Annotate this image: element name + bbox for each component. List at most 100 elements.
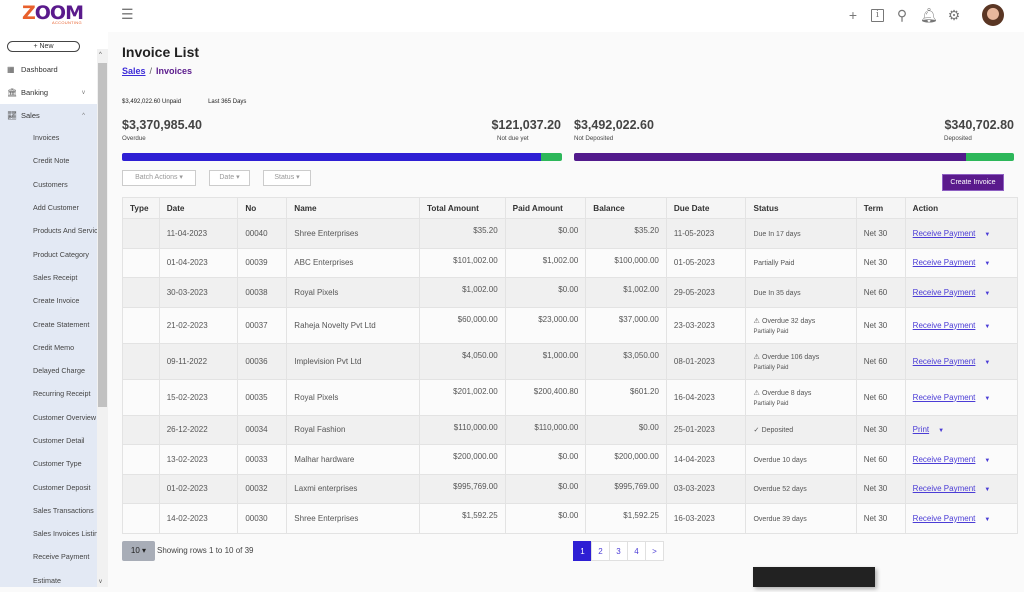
invoice-no-cell: 00040	[237, 218, 288, 249]
status-filter-dropdown[interactable]: Status ▾	[263, 170, 311, 186]
receive-payment-link[interactable]: Receive Payment	[913, 393, 976, 402]
sidebar-subitem-customers[interactable]: Customers	[0, 173, 97, 196]
scroll-up-icon[interactable]: ^	[99, 52, 102, 58]
caret-down-icon[interactable]: ▼	[984, 261, 990, 267]
sidebar-subitem-sales-invoices-listing[interactable]: Sales Invoices Listing	[0, 522, 97, 545]
column-header-status[interactable]: Status	[745, 197, 857, 219]
scroll-down-icon[interactable]: v	[99, 579, 102, 585]
caret-down-icon[interactable]: ▼	[984, 324, 990, 330]
sidebar-item-dashboard[interactable]: ▦ Dashboard	[0, 58, 97, 81]
table-row[interactable]: 01-02-2023 00032 Laxmi enterprises $995,769…	[122, 473, 1019, 504]
avatar[interactable]	[982, 4, 1004, 26]
sidebar-subitem-invoices[interactable]: Invoices	[0, 126, 97, 149]
table-row[interactable]: 11-04-2023 00040 Shree Enterprises $35.20 $0…	[122, 218, 1019, 249]
receive-payment-link[interactable]: Receive Payment	[913, 321, 976, 330]
sidebar-subitem-create-invoice[interactable]: Create Invoice	[0, 289, 97, 312]
sidebar-subitem-product-category[interactable]: Product Category	[0, 242, 97, 265]
sidebar-subitem-recurring-receipt[interactable]: Recurring Receipt	[0, 382, 97, 405]
column-header-term[interactable]: Term	[855, 197, 906, 219]
date-filter-dropdown[interactable]: Date ▾	[209, 170, 250, 186]
breadcrumb-sales-link[interactable]: Sales	[122, 66, 146, 76]
sidebar-subitem-sales-receipt[interactable]: Sales Receipt	[0, 266, 97, 289]
sidebar-subitem-credit-memo[interactable]: Credit Memo	[0, 336, 97, 359]
sidebar-subitem-credit-note[interactable]: Credit Note	[0, 149, 97, 172]
sidebar-subitem-estimate[interactable]: Estimate	[0, 569, 97, 592]
create-invoice-button[interactable]: Create Invoice	[942, 174, 1004, 191]
term-cell: Net 30	[855, 473, 906, 504]
overlay-bar	[753, 567, 875, 587]
caret-down-icon[interactable]: ▼	[938, 428, 944, 434]
sidebar-subitem-add-customer[interactable]: Add Customer	[0, 196, 97, 219]
breadcrumb-current: Invoices	[156, 66, 193, 76]
caret-down-icon[interactable]: ▼	[984, 458, 990, 464]
sidebar-subitem-customer-overview[interactable]: Customer Overview	[0, 406, 97, 429]
not-due-segment	[541, 153, 562, 161]
sidebar-subitem-customer-detail[interactable]: Customer Detail	[0, 429, 97, 452]
table-row[interactable]: 13-02-2023 00033 Malhar hardware $200,000.0…	[122, 444, 1019, 475]
sidebar-subitem-customer-deposit[interactable]: Customer Deposit	[0, 475, 97, 498]
page-size-dropdown[interactable]: 10 ▾	[122, 541, 155, 561]
plus-icon[interactable]: +	[845, 7, 861, 23]
receive-payment-link[interactable]: Receive Payment	[913, 357, 976, 366]
next-page-button[interactable]: >	[645, 541, 664, 561]
table-row[interactable]: 26-12-2022 00034 Royal Fashion $110,000.00 $…	[122, 414, 1019, 445]
caret-down-icon[interactable]: ▼	[984, 517, 990, 523]
sidebar-item-sales[interactable]: 📈︎ Sales ^	[0, 104, 97, 127]
customer-name-cell: Royal Pixels	[286, 378, 420, 416]
receive-payment-link[interactable]: Receive Payment	[913, 455, 976, 464]
column-header-total-amount[interactable]: Total Amount	[418, 197, 506, 219]
receive-payment-link[interactable]: Receive Payment	[913, 288, 976, 297]
table-row[interactable]: 15-02-2023 00035 Royal Pixels $201,002.00 $2…	[122, 378, 1019, 416]
column-header-name[interactable]: Name	[286, 197, 420, 219]
gear-icon[interactable]: ⚙	[946, 7, 962, 24]
sidebar-item-banking[interactable]: 🏛︎ Banking v	[0, 81, 97, 104]
table-row[interactable]: 30-03-2023 00038 Royal Pixels $1,002.00 $0.0…	[122, 277, 1019, 308]
page-button-3[interactable]: 3	[609, 541, 628, 561]
action-cell: Receive Payment ▼	[904, 247, 1019, 278]
receive-payment-link[interactable]: Receive Payment	[913, 229, 976, 238]
new-button[interactable]: + New	[7, 41, 80, 52]
sidebar-subitem-sales-transactions[interactable]: Sales Transactions	[0, 499, 97, 522]
receive-payment-link[interactable]: Receive Payment	[913, 484, 976, 493]
column-header-balance[interactable]: Balance	[585, 197, 667, 219]
status-text: Overdue 39 days	[753, 515, 807, 523]
column-header-type[interactable]: Type	[122, 197, 160, 219]
receive-payment-link[interactable]: Receive Payment	[913, 258, 976, 267]
caret-down-icon[interactable]: ▼	[984, 291, 990, 297]
print-link[interactable]: Print	[913, 425, 929, 434]
column-header-action[interactable]: Action	[904, 197, 1019, 219]
term-cell: Net 60	[855, 378, 906, 416]
sidebar-subitem-delayed-charge[interactable]: Delayed Charge	[0, 359, 97, 382]
table-row[interactable]: 21-02-2023 00037 Raheja Novelty Pvt Ltd $60…	[122, 306, 1019, 344]
column-header-paid-amount[interactable]: Paid Amount	[504, 197, 587, 219]
page-button-4[interactable]: 4	[627, 541, 646, 561]
sidebar-subitem-products-and-services[interactable]: Products And Services	[0, 219, 97, 242]
bell-icon[interactable]: 🔔︎	[920, 7, 938, 24]
table-row[interactable]: 09-11-2022 00036 Implevision Pvt Ltd $4,050…	[122, 342, 1019, 380]
sidebar-scrollbar[interactable]: ^ v	[97, 49, 108, 587]
page-button-1[interactable]: 1	[573, 541, 592, 561]
caret-down-icon[interactable]: ▼	[984, 396, 990, 402]
sidebar-subitem-receive-payment[interactable]: Receive Payment	[0, 545, 97, 568]
info-icon[interactable]: i	[871, 8, 884, 22]
sidebar-subitem-customer-type[interactable]: Customer Type	[0, 452, 97, 475]
hamburger-menu-icon[interactable]: ☰	[121, 6, 134, 23]
scrollbar-thumb[interactable]	[98, 63, 107, 407]
caret-down-icon[interactable]: ▼	[984, 360, 990, 366]
deposited-label: Deposited	[944, 135, 972, 142]
receive-payment-link[interactable]: Receive Payment	[913, 514, 976, 523]
page-button-2[interactable]: 2	[591, 541, 610, 561]
column-header-no[interactable]: No	[237, 197, 288, 219]
table-row[interactable]: 01-04-2023 00039 ABC Enterprises $101,002.0…	[122, 247, 1019, 278]
status-text: Due In 17 days	[753, 230, 801, 238]
column-header-date[interactable]: Date	[158, 197, 239, 219]
caret-down-icon[interactable]: ▼	[984, 487, 990, 493]
column-header-due-date[interactable]: Due Date	[665, 197, 747, 219]
bank-icon: 🏛︎	[7, 88, 18, 97]
search-icon[interactable]: ⚲	[894, 7, 910, 24]
batch-actions-dropdown[interactable]: Batch Actions ▾	[122, 170, 196, 186]
caret-down-icon[interactable]: ▼	[984, 232, 990, 238]
logo[interactable]: ZOOM ACCOUNTING	[22, 4, 84, 26]
sidebar-subitem-create-statement[interactable]: Create Statement	[0, 312, 97, 335]
table-row[interactable]: 14-02-2023 00030 Shree Enterprises $1,592.2…	[122, 503, 1019, 534]
